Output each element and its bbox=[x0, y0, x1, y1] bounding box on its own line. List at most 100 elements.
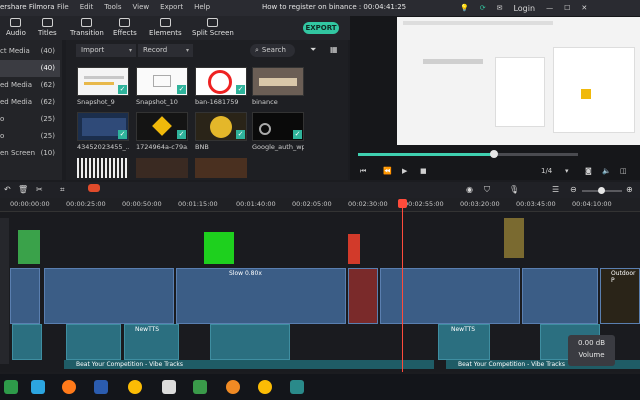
video-clip[interactable]: Slow 0.80x bbox=[176, 268, 346, 324]
previous-frame-icon[interactable]: ⏮ bbox=[360, 167, 366, 176]
playhead-line[interactable] bbox=[402, 200, 403, 372]
marker-icon[interactable]: ⛉ bbox=[484, 185, 490, 195]
tab-transition[interactable]: Transition bbox=[70, 18, 104, 37]
chevron-down-icon[interactable]: ▾ bbox=[565, 167, 569, 175]
playback-handle[interactable] bbox=[490, 150, 498, 158]
video-clip[interactable]: Outdoor P bbox=[600, 268, 640, 324]
sidebar-item-video[interactable]: o (25) bbox=[0, 111, 60, 128]
video-clip[interactable] bbox=[10, 268, 40, 324]
timeline-ruler[interactable]: 00:00:00:00 00:00:25:00 00:00:50:00 00:0… bbox=[0, 198, 640, 212]
excel-icon[interactable] bbox=[4, 380, 18, 394]
menu-edit[interactable]: Edit bbox=[80, 3, 94, 11]
tab-split-screen[interactable]: Split Screen bbox=[192, 18, 234, 37]
preview-screen[interactable] bbox=[397, 17, 640, 145]
word-icon[interactable] bbox=[94, 380, 108, 394]
tab-titles[interactable]: Titles bbox=[38, 18, 57, 37]
overlay-clip[interactable] bbox=[348, 234, 360, 264]
playback-progress[interactable] bbox=[358, 153, 578, 156]
app-icon[interactable] bbox=[162, 380, 176, 394]
overlay-clip[interactable] bbox=[18, 230, 40, 264]
telegram-icon[interactable] bbox=[31, 380, 45, 394]
sidebar-item-audio[interactable]: o (25) bbox=[0, 128, 60, 145]
video-clip[interactable] bbox=[522, 268, 598, 324]
tab-audio[interactable]: Audio bbox=[6, 18, 26, 37]
music-clip[interactable]: Beat Your Competition - Vibe Tracks bbox=[64, 360, 434, 369]
media-item[interactable]: ✓ Google_auth_wp bbox=[252, 112, 304, 151]
record-dropdown[interactable]: Record ▾ bbox=[138, 44, 193, 57]
zoom-out-icon[interactable]: ⊖ bbox=[570, 185, 577, 194]
media-item[interactable]: ✓ 43452023455_... bbox=[77, 112, 129, 151]
audio-clip[interactable]: NewTTS bbox=[438, 324, 490, 360]
snapshot-icon[interactable]: ◙ bbox=[585, 167, 592, 175]
timeline-tracks: Slow 0.80x Outdoor P NewTTS NewTTS Beat … bbox=[0, 212, 640, 372]
search-input[interactable]: ⌕ Search bbox=[250, 44, 295, 57]
app-icon[interactable] bbox=[193, 380, 207, 394]
app-icon[interactable] bbox=[226, 380, 240, 394]
media-item[interactable]: ✓ ban-1681759 bbox=[195, 67, 247, 106]
audio-clip[interactable] bbox=[66, 324, 121, 360]
stop-icon[interactable]: ■ bbox=[420, 167, 427, 175]
undo-icon[interactable]: ↶ bbox=[4, 185, 11, 194]
media-thumbnail[interactable] bbox=[77, 158, 129, 178]
media-item[interactable]: ✓ BNB bbox=[195, 112, 247, 151]
login-button[interactable]: Login bbox=[513, 4, 535, 13]
menu-export[interactable]: Export bbox=[160, 3, 183, 11]
sidebar-item-project-media[interactable]: ct Media (40) bbox=[0, 43, 60, 60]
zoom-in-icon[interactable]: ⊕ bbox=[626, 185, 633, 194]
media-thumbnail[interactable] bbox=[136, 158, 188, 178]
audio-clip[interactable]: NewTTS bbox=[124, 324, 179, 360]
audio-clip[interactable] bbox=[210, 324, 290, 360]
mic-icon[interactable]: 🎙 bbox=[509, 185, 519, 194]
sidebar-item-folder[interactable]: (40) bbox=[0, 60, 60, 77]
ruler-tick: 00:02:30:00 bbox=[348, 200, 388, 208]
media-item[interactable]: ✓ Snapshot_9 bbox=[77, 67, 129, 106]
rewind-icon[interactable]: ⏪ bbox=[383, 167, 392, 175]
menu-file[interactable]: File bbox=[57, 3, 69, 11]
maximize-icon[interactable]: ☐ bbox=[564, 4, 570, 12]
playhead-handle[interactable] bbox=[398, 199, 407, 208]
play-icon[interactable]: ▶ bbox=[402, 167, 407, 175]
minimize-icon[interactable]: — bbox=[546, 4, 553, 12]
camera-icon[interactable]: ◫ bbox=[620, 167, 627, 175]
audio-clip[interactable] bbox=[12, 324, 42, 360]
crop-icon[interactable]: ⌗ bbox=[60, 185, 65, 195]
grid-view-icon[interactable]: ▦ bbox=[330, 45, 338, 54]
list-icon[interactable]: ☰ bbox=[552, 185, 559, 194]
media-item[interactable]: binance bbox=[252, 67, 304, 106]
menu-view[interactable]: View bbox=[133, 3, 150, 11]
render-icon[interactable]: ◉ bbox=[466, 185, 473, 194]
volume-tooltip: 0.00 dB Volume bbox=[568, 335, 615, 366]
menu-help[interactable]: Help bbox=[194, 3, 210, 11]
filmora-icon[interactable] bbox=[290, 380, 304, 394]
video-clip[interactable] bbox=[380, 268, 520, 324]
media-item[interactable]: ✓ Snapshot_10 bbox=[136, 67, 188, 106]
chrome-icon[interactable] bbox=[128, 380, 142, 394]
sidebar-item-shared-media[interactable]: ed Media (62) bbox=[0, 77, 60, 94]
tab-effects[interactable]: Effects bbox=[113, 18, 137, 37]
media-thumbnail[interactable] bbox=[195, 158, 247, 178]
close-icon[interactable]: ✕ bbox=[581, 4, 587, 12]
tab-elements[interactable]: Elements bbox=[149, 18, 182, 37]
filter-icon[interactable]: ⏷ bbox=[310, 45, 316, 55]
delete-icon[interactable]: 🗑 bbox=[18, 185, 28, 194]
clip-title: Outdoor P bbox=[611, 270, 636, 284]
media-item[interactable]: ✓ 1724964a-c79a... bbox=[136, 112, 188, 151]
export-button[interactable]: EXPORT bbox=[303, 22, 339, 34]
green-screen-clip[interactable] bbox=[204, 232, 234, 264]
import-dropdown[interactable]: Import ▾ bbox=[76, 44, 136, 57]
menu-tools[interactable]: Tools bbox=[104, 3, 121, 11]
cut-icon[interactable]: ✂ bbox=[36, 185, 43, 194]
volume-icon[interactable]: 🔈 bbox=[602, 167, 611, 175]
zoom-slider-handle[interactable] bbox=[598, 187, 605, 194]
media-thumbnail: ✓ bbox=[77, 112, 129, 141]
message-icon[interactable]: ✉ bbox=[497, 4, 503, 12]
video-clip[interactable] bbox=[44, 268, 174, 324]
chrome-icon[interactable] bbox=[258, 380, 272, 394]
sidebar-item-green-screen[interactable]: en Screen (10) bbox=[0, 145, 60, 162]
sync-icon[interactable]: ⟳ bbox=[480, 4, 486, 12]
overlay-clip[interactable] bbox=[504, 218, 524, 258]
video-clip[interactable] bbox=[348, 268, 378, 324]
lightbulb-icon[interactable]: 💡 bbox=[460, 4, 469, 12]
sidebar-item-shared-media-2[interactable]: ed Media (62) bbox=[0, 94, 60, 111]
firefox-icon[interactable] bbox=[62, 380, 76, 394]
